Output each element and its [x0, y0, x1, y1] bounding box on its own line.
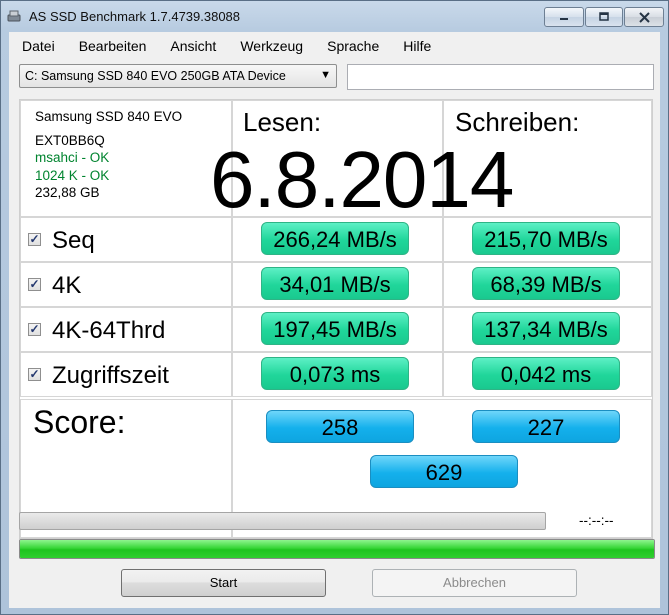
row-4k: ✓ 4K — [20, 262, 232, 307]
4k-write-value: 68,39 MB/s — [472, 267, 620, 300]
seq-write-value: 215,70 MB/s — [472, 222, 620, 255]
zugriffszeit-read-value: 0,073 ms — [261, 357, 409, 390]
seq-read-cell: 266,24 MB/s — [232, 217, 443, 262]
score-write: 227 — [472, 410, 620, 443]
seq-write-cell: 215,70 MB/s — [443, 217, 652, 262]
drive-firmware: EXT0BB6Q — [35, 133, 105, 148]
4k-read-cell: 34,01 MB/s — [232, 262, 443, 307]
4k-64thrd-read-value: 197,45 MB/s — [261, 312, 409, 345]
score-total: 629 — [370, 455, 518, 488]
results-panel: Samsung SSD 840 EVO EXT0BB6Q msahci - OK… — [19, 99, 653, 539]
4k-64thrd-read-cell: 197,45 MB/s — [232, 307, 443, 352]
drive-model: Samsung SSD 840 EVO — [35, 109, 183, 124]
4k-write-cell: 68,39 MB/s — [443, 262, 652, 307]
maximize-icon — [599, 12, 609, 21]
row-4k-64thrd: ✓ 4K-64Thrd — [20, 307, 232, 352]
zugriffszeit-read-cell: 0,073 ms — [232, 352, 443, 397]
overall-progress-fill — [20, 540, 654, 558]
start-button[interactable]: Start — [121, 569, 326, 597]
maximize-button[interactable] — [585, 7, 623, 27]
elapsed-time: --:--:-- — [579, 513, 614, 528]
menu-hilfe[interactable]: Hilfe — [390, 32, 442, 58]
menu-ansicht[interactable]: Ansicht — [157, 32, 227, 58]
seq-read-value: 266,24 MB/s — [261, 222, 409, 255]
current-test-progress — [19, 512, 546, 530]
drive-select[interactable]: C: Samsung SSD 840 EVO 250GB ATA Device … — [19, 64, 337, 88]
row-zugriffszeit-label: Zugriffszeit — [52, 362, 169, 389]
driver-status: msahci - OK — [35, 150, 110, 165]
drive-capacity: 232,88 GB — [35, 185, 100, 200]
score-read: 258 — [266, 410, 414, 443]
row-4k-label: 4K — [52, 272, 82, 299]
close-icon — [638, 11, 650, 23]
row-4k-64thrd-label: 4K-64Thrd — [52, 317, 166, 344]
zugriffszeit-write-cell: 0,042 ms — [443, 352, 652, 397]
overall-progress — [19, 539, 655, 559]
alignment-status: 1024 K - OK — [35, 168, 110, 183]
menu-sprache[interactable]: Sprache — [314, 32, 390, 58]
4k-64thrd-write-cell: 137,34 MB/s — [443, 307, 652, 352]
zugriffszeit-write-value: 0,042 ms — [472, 357, 620, 390]
score-label: Score: — [33, 404, 126, 440]
4k-read-value: 34,01 MB/s — [261, 267, 409, 300]
menu-bearbeiten[interactable]: Bearbeiten — [66, 32, 158, 58]
disk-app-icon — [7, 10, 21, 22]
menu-bar: Datei Bearbeiten Ansicht Werkzeug Sprach… — [9, 32, 660, 58]
minimize-icon — [560, 18, 568, 20]
row-seq-label: Seq — [52, 227, 95, 254]
cancel-button[interactable]: Abbrechen — [372, 569, 577, 597]
row-zugriffszeit: ✓ Zugriffszeit — [20, 352, 232, 397]
title-bar[interactable]: AS SSD Benchmark 1.7.4739.38088 — [1, 1, 668, 33]
seq-checkbox[interactable]: ✓ — [28, 233, 41, 246]
row-seq: ✓ Seq — [20, 217, 232, 262]
zugriffszeit-checkbox[interactable]: ✓ — [28, 368, 41, 381]
empty-text-field — [347, 64, 654, 90]
drive-info-cell: Samsung SSD 840 EVO EXT0BB6Q msahci - OK… — [20, 100, 232, 217]
drive-select-value: C: Samsung SSD 840 EVO 250GB ATA Device — [25, 69, 286, 83]
4k-64thrd-checkbox[interactable]: ✓ — [28, 323, 41, 336]
minimize-button[interactable] — [544, 7, 584, 27]
client-area: Datei Bearbeiten Ansicht Werkzeug Sprach… — [9, 32, 660, 608]
menu-datei[interactable]: Datei — [9, 32, 66, 58]
window-title: AS SSD Benchmark 1.7.4739.38088 — [29, 9, 241, 24]
app-window: AS SSD Benchmark 1.7.4739.38088 Datei Be… — [0, 0, 669, 615]
date-overlay: 6.8.2014 — [210, 135, 514, 224]
close-button[interactable] — [624, 7, 664, 27]
dropdown-arrow-icon: ▼ — [320, 69, 331, 81]
4k-checkbox[interactable]: ✓ — [28, 278, 41, 291]
4k-64thrd-write-value: 137,34 MB/s — [472, 312, 620, 345]
menu-werkzeug[interactable]: Werkzeug — [227, 32, 314, 58]
